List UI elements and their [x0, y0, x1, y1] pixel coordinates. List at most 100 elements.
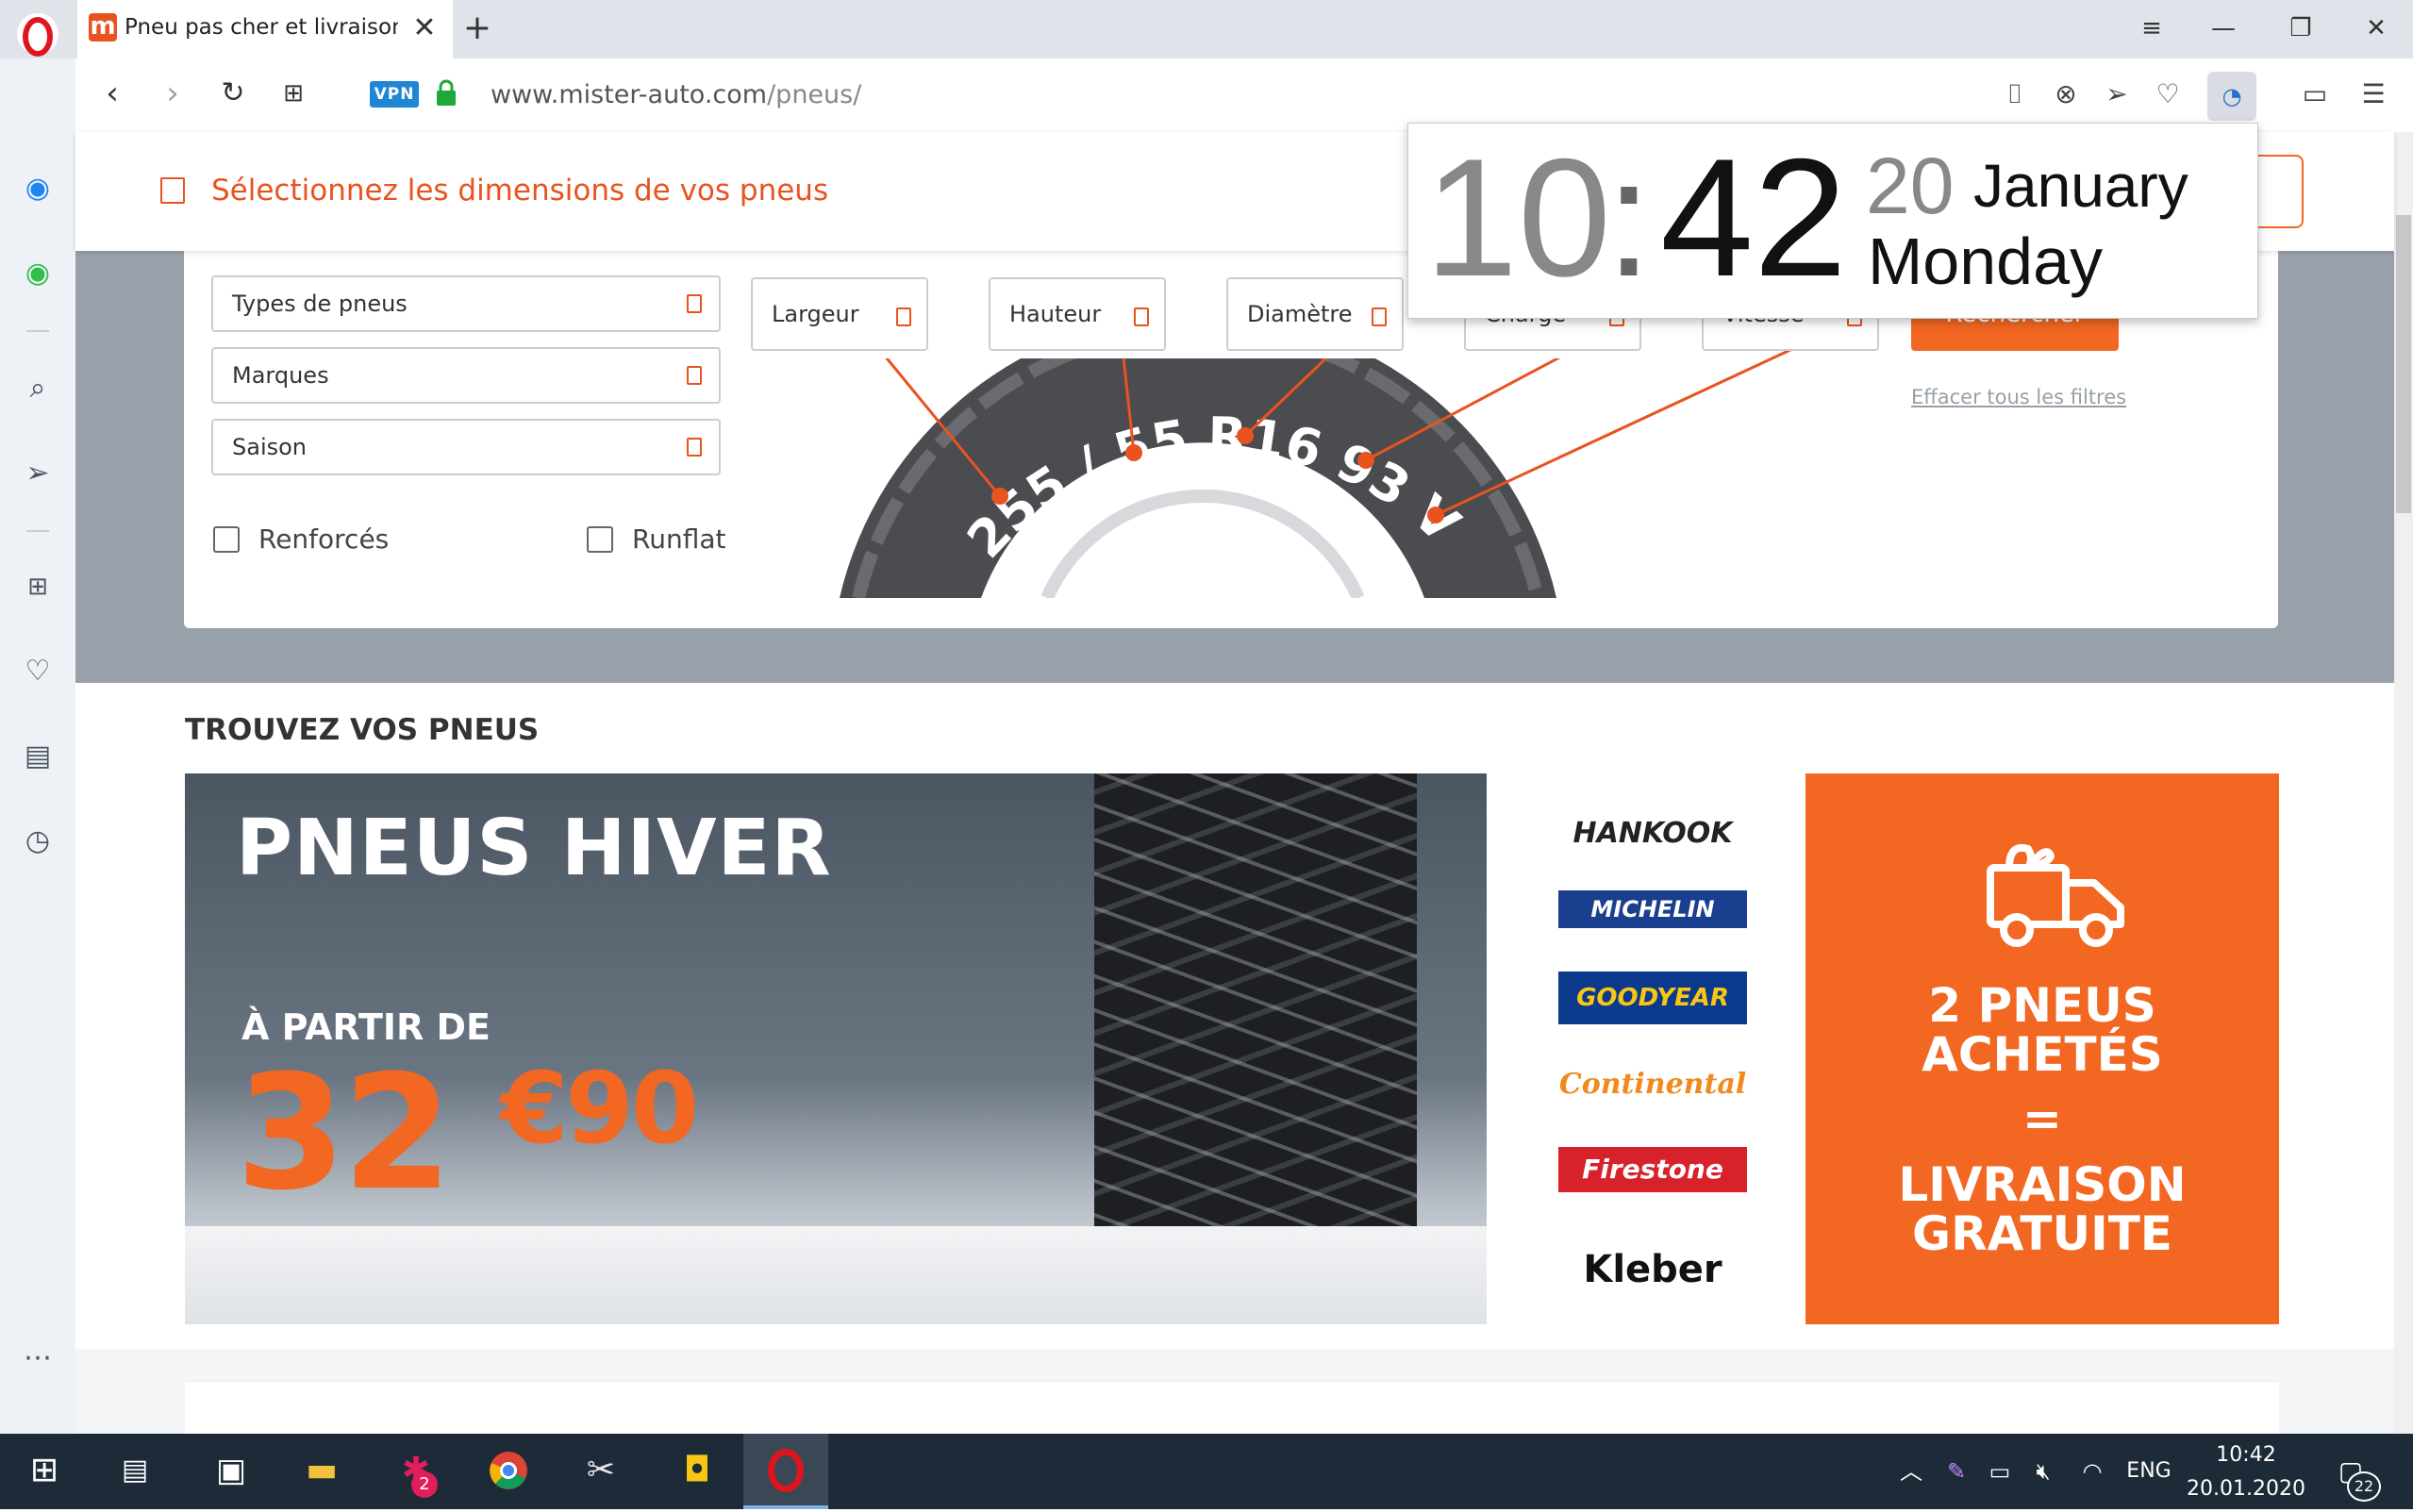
slack-badge: 2	[411, 1471, 438, 1498]
chevron-down-icon	[687, 438, 702, 457]
taskbar-date[interactable]: 20.01.2020	[2175, 1473, 2317, 1505]
chevron-down-icon	[687, 294, 702, 313]
hankook-logo[interactable]: HANKOOK	[1558, 807, 1747, 860]
heart-icon[interactable]: ♡	[2149, 75, 2187, 113]
battery-icon[interactable]: ▭	[1983, 1453, 2017, 1490]
promo-line3: LIVRAISON	[1898, 1157, 2187, 1212]
lock-icon	[437, 79, 456, 106]
banner-headline: PNEUS HIVER	[236, 804, 832, 893]
kleber-logo[interactable]: Kleber	[1558, 1243, 1747, 1296]
language-indicator[interactable]: ENG	[2121, 1453, 2177, 1490]
sidebar-divider	[26, 530, 49, 532]
whatsapp-icon[interactable]: ◉	[13, 249, 62, 298]
reinforced-checkbox[interactable]	[213, 526, 240, 553]
vpn-badge[interactable]: VPN	[370, 81, 419, 108]
url-path: /pneus/	[767, 80, 862, 109]
season-label: Saison	[232, 434, 308, 460]
opera-icon	[768, 1449, 804, 1492]
history-icon[interactable]: ◷	[13, 817, 62, 866]
reload-button[interactable]: ↻	[211, 72, 255, 115]
clock-separator: :	[1606, 124, 1653, 311]
clock-day: 20	[1866, 141, 1955, 230]
bookmarks-heart-icon[interactable]: ♡	[13, 647, 62, 696]
find-tires-title: TROUVEZ VOS PNEUS	[185, 713, 540, 747]
snow-ground	[185, 1226, 1496, 1324]
diameter-select[interactable]: Diamètre	[1226, 277, 1404, 351]
minimize-button[interactable]: —	[2200, 8, 2247, 49]
camera-icon[interactable]: ⌷	[1996, 75, 2034, 113]
speed-pointer-line	[1435, 349, 1793, 517]
notification-count-badge: 22	[2347, 1471, 2381, 1502]
search-icon[interactable]: ⌕	[13, 364, 62, 413]
chevron-down-icon	[687, 366, 702, 385]
send-icon[interactable]: ➢	[13, 449, 62, 498]
promo-line1: 2 PNEUS	[1928, 978, 2156, 1033]
sidebar-divider	[26, 330, 49, 332]
width-label: Largeur	[772, 301, 859, 327]
opera-menu-icon[interactable]	[17, 13, 58, 57]
chevron-down-icon	[1134, 307, 1149, 326]
runflat-checkbox[interactable]	[587, 526, 613, 553]
wifi-icon[interactable]: ◠	[2075, 1453, 2109, 1490]
clock-extension-icon[interactable]: ◔	[2207, 72, 2256, 121]
firestone-logo[interactable]: Firestone	[1558, 1147, 1747, 1192]
mister-auto-favicon-icon: m	[89, 12, 117, 42]
season-select[interactable]: Saison	[211, 419, 721, 475]
windows-start-icon[interactable]: ⊞	[13, 1439, 75, 1502]
keep-notes-icon[interactable]: ◘	[666, 1439, 728, 1502]
tabs-overview-icon[interactable]: ⊞	[272, 72, 315, 115]
tire-dimension-icon	[160, 177, 185, 204]
send-icon[interactable]: ➢	[2098, 75, 2136, 113]
easy-setup-icon[interactable]: ☰	[2355, 75, 2392, 113]
show-hidden-icons[interactable]: ︿	[1894, 1453, 1928, 1490]
tab-menu-icon[interactable]: ≡	[2128, 8, 2175, 49]
back-button[interactable]: ‹	[91, 72, 134, 115]
scrollbar-thumb[interactable]	[2396, 215, 2411, 513]
pen-icon[interactable]: ✎	[1939, 1453, 1973, 1490]
banner-price-euros: 32	[236, 1040, 453, 1225]
battery-saver-icon[interactable]: ▭	[2296, 75, 2334, 113]
more-icon[interactable]: ⋯	[13, 1334, 62, 1383]
runflat-label: Runflat	[632, 523, 726, 555]
taskbar-time[interactable]: 10:42	[2175, 1439, 2317, 1471]
tire-type-select[interactable]: Types de pneus	[211, 275, 721, 332]
tire-type-label: Types de pneus	[232, 291, 408, 317]
delivery-truck-icon	[1987, 844, 2124, 947]
brand-label: Marques	[232, 362, 329, 389]
restore-button[interactable]: ❐	[2277, 8, 2324, 49]
clock-minutes: 42	[1660, 124, 1847, 311]
clear-filters-link[interactable]: Effacer tous les filtres	[1911, 381, 2138, 413]
close-window-button[interactable]: ✕	[2353, 8, 2400, 49]
michelin-logo[interactable]: MICHELIN	[1558, 890, 1747, 928]
header-title: Sélectionnez les dimensions de vos pneus	[211, 174, 829, 208]
chevron-down-icon	[896, 307, 911, 326]
clock-month: January	[1973, 152, 2188, 220]
tab-title[interactable]: Pneu pas cher et livraison g	[125, 15, 398, 47]
banner-price-cents: €90	[500, 1051, 699, 1166]
clock-weekday: Monday	[1868, 224, 2104, 298]
brand-select[interactable]: Marques	[211, 347, 721, 404]
volume-muted-icon[interactable]: 🔇︎	[2026, 1453, 2060, 1490]
new-tab-button[interactable]: +	[458, 9, 496, 47]
messenger-icon[interactable]: ◉	[13, 164, 62, 213]
height-select[interactable]: Hauteur	[989, 277, 1166, 351]
speed-dial-icon[interactable]: ⊞	[13, 562, 62, 611]
file-explorer-icon[interactable]: ▬	[291, 1439, 353, 1502]
url-field[interactable]: www.mister-auto.com/pneus/	[491, 77, 1151, 113]
photos-app-icon[interactable]: ▣	[200, 1439, 262, 1502]
adblock-icon[interactable]: ⊗	[2047, 75, 2085, 113]
width-select[interactable]: Largeur	[751, 277, 928, 351]
news-icon[interactable]: ▤	[13, 732, 62, 781]
goodyear-logo[interactable]: GOODYEAR	[1558, 972, 1747, 1024]
url-domain: www.mister-auto.com	[491, 80, 768, 109]
diameter-label: Diamètre	[1247, 301, 1353, 327]
continental-logo[interactable]: Continental	[1558, 1058, 1747, 1111]
promo-line4: GRATUITE	[1912, 1206, 2172, 1261]
forward-button[interactable]: ›	[151, 72, 194, 115]
reinforced-label: Renforcés	[258, 523, 390, 555]
chrome-icon[interactable]	[477, 1439, 540, 1502]
task-view-icon[interactable]: ▤	[104, 1439, 166, 1502]
promo-equals: =	[2022, 1091, 2062, 1146]
snipping-tool-icon[interactable]: ✂	[570, 1439, 632, 1502]
tab-close-icon[interactable]: ✕	[406, 9, 443, 47]
